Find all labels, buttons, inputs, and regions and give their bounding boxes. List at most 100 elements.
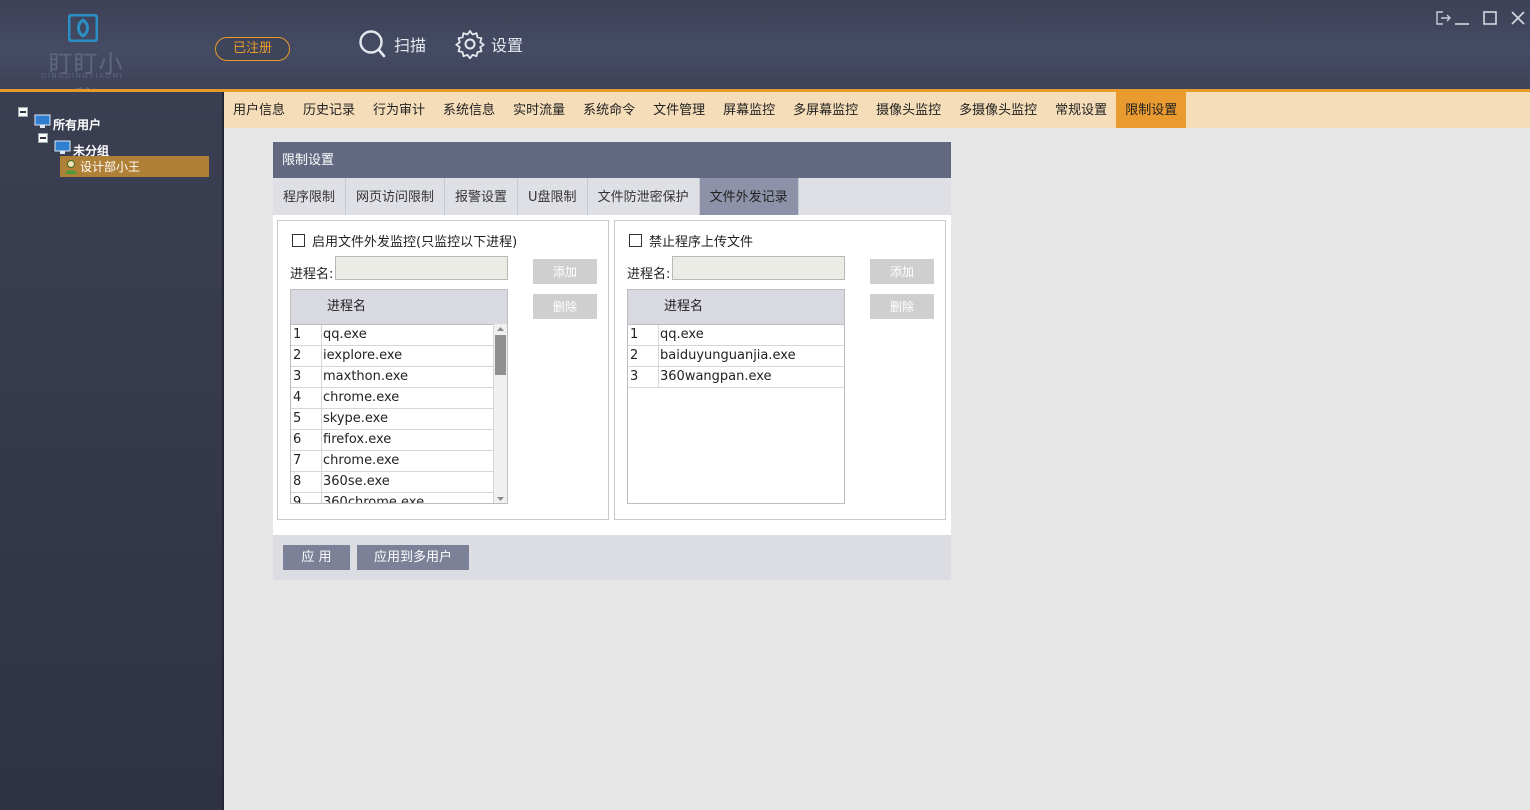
tab-multi-screen-monitor[interactable]: 多屏幕监控 — [784, 92, 867, 128]
close-icon[interactable] — [1509, 9, 1527, 27]
process-name-label: 进程名: — [290, 267, 334, 282]
list-item[interactable]: 6 firefox.exe — [291, 430, 507, 451]
row-process-name: qq.exe — [321, 325, 367, 345]
settings-label: 设置 — [491, 36, 524, 55]
row-process-name: chrome.exe — [321, 388, 399, 408]
scroll-down-arrow-icon[interactable] — [494, 494, 507, 504]
block-upload-checkbox[interactable]: 禁止程序上传文件 — [629, 231, 753, 250]
logout-icon[interactable] — [1434, 9, 1452, 27]
enable-outbound-monitor-checkbox[interactable]: 启用文件外发监控(只监控以下进程) — [292, 231, 517, 250]
row-index: 1 — [630, 327, 639, 342]
tab-realtime-traffic[interactable]: 实时流量 — [504, 92, 574, 128]
delete-button[interactable]: 删除 — [870, 294, 934, 319]
process-list: 进程名 1 qq.exe 2 baiduyunguanjia.exe 3 360wan… — [627, 289, 845, 504]
column-header-process-name[interactable]: 进程名 — [291, 290, 507, 325]
upload-block-box: 禁止程序上传文件 进程名: 添加 删除 进程名 1 qq.exe 2 baiduyu… — [614, 220, 946, 520]
tab-general-settings[interactable]: 常规设置 — [1046, 92, 1116, 128]
main-tab-bar: 用户信息 历史记录 行为审计 系统信息 实时流量 系统命令 文件管理 屏幕监控 … — [224, 92, 1530, 128]
add-button[interactable]: 添加 — [870, 259, 934, 284]
vertical-scrollbar[interactable] — [493, 324, 507, 504]
settings-button[interactable]: 设置 — [455, 28, 523, 60]
checkbox-label: 禁止程序上传文件 — [649, 235, 754, 250]
process-name-label: 进程名: — [627, 267, 671, 282]
list-item[interactable]: 1 qq.exe — [628, 325, 844, 346]
list-item[interactable]: 4 chrome.exe — [291, 388, 507, 409]
tab-system-command[interactable]: 系统命令 — [574, 92, 644, 128]
list-item[interactable]: 9 360chrome.exe — [291, 493, 507, 504]
logo-icon — [68, 14, 98, 42]
gear-icon — [455, 30, 485, 59]
row-index: 6 — [293, 432, 302, 447]
list-item[interactable]: 8 360se.exe — [291, 472, 507, 493]
collapse-all-users-toggle[interactable] — [18, 107, 28, 117]
row-index: 9 — [293, 495, 302, 504]
row-index: 8 — [293, 474, 302, 489]
scan-button[interactable]: 扫描 — [358, 28, 426, 60]
panel-footer: 应 用 应用到多用户 — [273, 535, 951, 580]
row-index: 2 — [630, 348, 639, 363]
computer-icon — [54, 140, 71, 154]
list-item[interactable]: 7 chrome.exe — [291, 451, 507, 472]
tab-history[interactable]: 历史记录 — [294, 92, 364, 128]
sidebar — [0, 92, 222, 810]
process-list: 进程名 1 qq.exe 2 iexplore.exe 3 maxthon.exe 4… — [290, 289, 508, 504]
outbound-monitor-box: 启用文件外发监控(只监控以下进程) 进程名: 添加 删除 进程名 1 qq.exe… — [277, 220, 609, 520]
tab-behavior-audit[interactable]: 行为审计 — [364, 92, 434, 128]
tree-node-user-selected[interactable]: 设计部小王 — [60, 156, 209, 177]
row-index: 1 — [293, 327, 302, 342]
row-index: 3 — [630, 369, 639, 384]
apply-button[interactable]: 应 用 — [283, 545, 350, 570]
process-name-input[interactable] — [335, 256, 508, 280]
list-item[interactable]: 3 maxthon.exe — [291, 367, 507, 388]
search-icon — [359, 30, 386, 58]
apply-to-multiple-users-button[interactable]: 应用到多用户 — [357, 545, 469, 570]
tree-node-all-users[interactable]: 所有用户 — [34, 110, 101, 133]
row-process-name: skype.exe — [321, 409, 388, 429]
subtab-file-outbound-log[interactable]: 文件外发记录 — [699, 178, 799, 215]
row-process-name: firefox.exe — [321, 430, 391, 450]
row-process-name: 360wangpan.exe — [658, 367, 772, 387]
tab-camera-monitor[interactable]: 摄像头监控 — [867, 92, 950, 128]
list-item[interactable]: 1 qq.exe — [291, 325, 507, 346]
subtab-program-restriction[interactable]: 程序限制 — [273, 178, 347, 215]
checkbox-square[interactable] — [292, 234, 305, 247]
tab-multi-camera-monitor[interactable]: 多摄像头监控 — [950, 92, 1046, 128]
tab-system-info[interactable]: 系统信息 — [434, 92, 504, 128]
list-item[interactable]: 3 360wangpan.exe — [628, 367, 844, 388]
row-process-name: qq.exe — [658, 325, 704, 345]
row-index: 3 — [293, 369, 302, 384]
list-item[interactable]: 2 iexplore.exe — [291, 346, 507, 367]
tab-screen-monitor[interactable]: 屏幕监控 — [714, 92, 784, 128]
collapse-group-toggle[interactable] — [38, 133, 48, 143]
registered-badge[interactable]: 已注册 — [215, 37, 290, 61]
row-index: 4 — [293, 390, 302, 405]
app-header: 盯盯小秘 DINGDINGXIAOMI 已注册 扫描 设置 — [0, 0, 1530, 113]
checkbox-square[interactable] — [629, 234, 642, 247]
delete-button[interactable]: 删除 — [533, 294, 597, 319]
tab-user-info[interactable]: 用户信息 — [224, 92, 294, 128]
minimize-icon[interactable] — [1453, 9, 1471, 27]
scrollbar-thumb[interactable] — [495, 335, 506, 375]
scan-label: 扫描 — [394, 36, 427, 55]
tab-file-management[interactable]: 文件管理 — [644, 92, 714, 128]
add-button[interactable]: 添加 — [533, 259, 597, 284]
row-process-name: baiduyunguanjia.exe — [658, 346, 796, 366]
row-index: 2 — [293, 348, 302, 363]
maximize-icon[interactable] — [1481, 9, 1499, 27]
row-process-name: maxthon.exe — [321, 367, 408, 387]
row-process-name: chrome.exe — [321, 451, 399, 471]
column-header-process-name[interactable]: 进程名 — [628, 290, 844, 325]
subtab-file-leak-protection[interactable]: 文件防泄密保护 — [588, 178, 700, 215]
process-name-input[interactable] — [672, 256, 845, 280]
subtab-alarm-settings[interactable]: 报警设置 — [445, 178, 519, 215]
subtab-web-restriction[interactable]: 网页访问限制 — [346, 178, 446, 215]
tree-label-all-users: 所有用户 — [53, 118, 102, 132]
list-item[interactable]: 2 baiduyunguanjia.exe — [628, 346, 844, 367]
user-icon — [65, 159, 77, 174]
scroll-up-arrow-icon[interactable] — [494, 324, 507, 334]
app-logo: 盯盯小秘 DINGDINGXIAOMI — [38, 12, 134, 113]
tab-restriction-settings[interactable]: 限制设置 — [1116, 92, 1187, 128]
list-item[interactable]: 5 skype.exe — [291, 409, 507, 430]
subtab-usb-restriction[interactable]: U盘限制 — [518, 178, 588, 215]
logo-subtext: DINGDINGXIAOMI — [41, 72, 124, 80]
